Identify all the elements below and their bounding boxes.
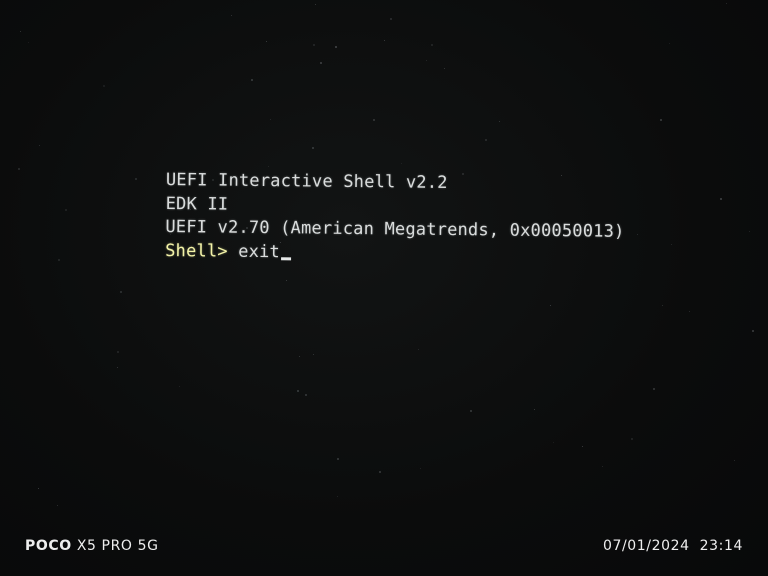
shell-prompt-line[interactable]: Shell> exit	[165, 239, 624, 267]
watermark-model: X5 PRO 5G	[76, 538, 159, 554]
dust-speck	[297, 390, 299, 392]
dust-speck	[602, 466, 603, 467]
monitor-screen: UEFI Interactive Shell v2.2 EDK II UEFI …	[0, 0, 768, 576]
dust-speck	[337, 458, 339, 460]
dust-speck	[312, 147, 314, 149]
dust-speck	[631, 438, 633, 440]
dust-speck	[337, 496, 338, 497]
dust-speck	[669, 43, 670, 44]
dust-speck	[320, 62, 322, 64]
dust-speck	[534, 409, 535, 410]
dust-speck	[313, 354, 314, 355]
dust-speck	[117, 351, 119, 353]
dust-speck	[637, 234, 638, 235]
dust-speck	[689, 311, 690, 312]
command-input[interactable]: exit	[238, 241, 280, 261]
dust-speck	[749, 231, 750, 232]
dust-speck	[20, 31, 21, 32]
dust-speck	[582, 446, 583, 447]
dust-speck	[251, 79, 253, 81]
dust-speck	[662, 305, 663, 306]
dust-speck	[726, 3, 727, 4]
dust-speck	[335, 46, 337, 48]
text-cursor	[280, 256, 291, 260]
dust-speck	[270, 119, 271, 120]
dust-speck	[660, 119, 662, 121]
dust-speck	[671, 244, 672, 245]
shell-version-line: UEFI Interactive Shell v2.2	[165, 169, 448, 193]
dust-speck	[485, 139, 487, 141]
dust-speck	[299, 356, 300, 357]
uefi-shell-console[interactable]: UEFI Interactive Shell v2.2 EDK II UEFI …	[165, 169, 625, 268]
dust-speck	[553, 442, 554, 443]
dust-speck	[653, 388, 655, 390]
dust-speck	[315, 4, 316, 5]
dust-speck	[470, 410, 472, 412]
dust-speck	[18, 168, 20, 170]
dust-speck	[103, 85, 105, 87]
dust-speck	[720, 198, 722, 200]
watermark-date: 07/01/2024	[602, 538, 690, 554]
dust-speck	[120, 291, 122, 293]
dust-speck	[179, 386, 180, 387]
dust-speck	[135, 178, 137, 180]
dust-speck	[117, 367, 118, 368]
dust-speck	[734, 460, 735, 461]
dust-speck	[266, 41, 267, 42]
dust-speck	[313, 44, 315, 46]
dust-speck	[286, 280, 287, 281]
dust-speck	[65, 209, 67, 211]
dust-speck	[444, 68, 445, 69]
dust-speck	[373, 119, 375, 121]
dust-speck	[58, 259, 60, 261]
dust-speck	[550, 305, 551, 306]
watermark-brand: POCO	[25, 538, 72, 554]
dust-speck	[384, 40, 385, 41]
dust-speck	[57, 505, 58, 506]
camera-watermark-timestamp: 07/01/2024 23:14	[603, 538, 743, 554]
dust-speck	[401, 163, 402, 164]
dust-speck	[499, 121, 500, 122]
shell-prompt: Shell>	[165, 240, 228, 262]
dust-speck	[231, 15, 232, 16]
dust-speck	[420, 468, 421, 469]
dust-speck	[268, 166, 269, 167]
dust-speck	[390, 18, 392, 20]
dust-speck	[28, 42, 29, 43]
dust-speck	[39, 145, 40, 146]
watermark-time: 23:14	[699, 538, 743, 554]
camera-watermark-device: POCO X5 PRO 5G	[25, 538, 159, 554]
dust-speck	[305, 394, 307, 396]
dust-speck	[38, 488, 39, 489]
dust-speck	[418, 349, 419, 350]
dust-speck	[752, 330, 754, 332]
dust-speck	[379, 471, 381, 473]
dust-speck	[426, 60, 427, 61]
dust-speck	[431, 44, 433, 46]
